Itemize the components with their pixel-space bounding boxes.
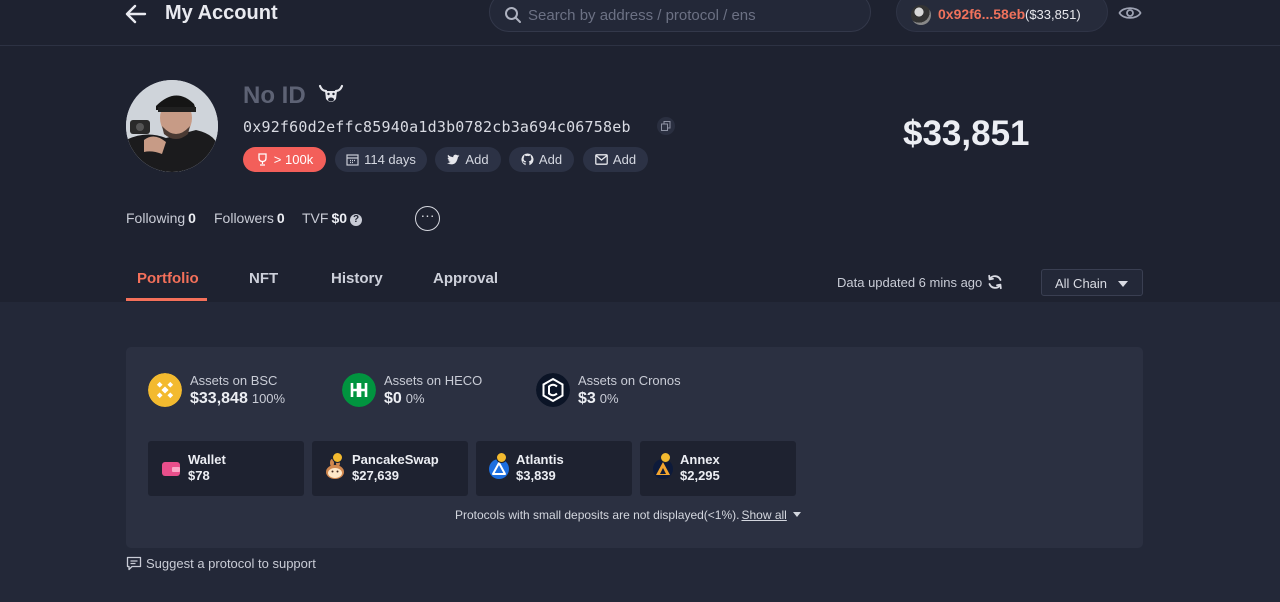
- top-bar: My Account 0x92f6...58eb ($33,851): [0, 0, 1280, 46]
- small-deposits-note: Protocols with small deposits are not di…: [455, 508, 801, 522]
- followers-stat[interactable]: Followers 0: [214, 210, 285, 226]
- tvf-label: TVF: [302, 210, 329, 226]
- chain-filter-value: All Chain: [1055, 276, 1108, 291]
- protocol-value: $78: [188, 468, 210, 483]
- protocol-card-wallet[interactable]: Wallet $78: [148, 441, 304, 496]
- chain-value: $0: [384, 390, 402, 407]
- chain-label: Assets on Cronos: [578, 373, 681, 388]
- add-email-button[interactable]: Add: [583, 147, 648, 172]
- bull-icon: [318, 84, 344, 102]
- tab-portfolio[interactable]: Portfolio: [137, 270, 199, 287]
- refresh-icon[interactable]: [987, 274, 1003, 290]
- eye-icon[interactable]: [1118, 4, 1142, 22]
- age-badge: 114 days: [335, 147, 427, 172]
- chain-filter-select[interactable]: All Chain: [1041, 269, 1143, 296]
- protocol-name: Annex: [680, 452, 720, 467]
- help-icon[interactable]: ?: [350, 214, 363, 226]
- heco-icon: [342, 373, 376, 407]
- email-add-label: Add: [612, 152, 637, 167]
- profile-name: No ID: [243, 82, 306, 109]
- tvf-stat: TVF $0?: [302, 210, 363, 226]
- avatar: [126, 80, 218, 172]
- age-label: 114 days: [364, 152, 416, 167]
- add-twitter-button[interactable]: Add: [435, 147, 501, 172]
- protocol-name: Wallet: [188, 452, 226, 467]
- bsc-badge-icon: [660, 452, 671, 463]
- followers-label: Followers: [214, 210, 274, 226]
- suggest-protocol-link[interactable]: Suggest a protocol to support: [126, 556, 316, 571]
- chain-value: $3: [578, 390, 596, 407]
- wallet-full-address: 0x92f60d2effc85940a1d3b0782cb3a694c06758…: [243, 118, 631, 136]
- add-github-button[interactable]: Add: [509, 147, 574, 172]
- tvf-value: $0: [331, 210, 348, 226]
- bsc-badge-icon: [496, 452, 507, 463]
- following-value: 0: [188, 210, 196, 226]
- trophy-icon: [258, 153, 267, 166]
- github-icon: [521, 153, 534, 166]
- bsc-badge-icon: [332, 452, 343, 463]
- chain-value: $33,848: [190, 390, 248, 407]
- bsc-icon: [148, 373, 182, 407]
- github-add-label: Add: [538, 152, 563, 167]
- tab-history[interactable]: History: [331, 270, 383, 287]
- search-icon: [505, 7, 521, 23]
- wallet-balance: ($33,851): [1025, 7, 1081, 22]
- wallet-avatar: [911, 5, 931, 25]
- tab-nft[interactable]: NFT: [249, 270, 278, 287]
- mail-icon: [595, 154, 608, 165]
- portfolio-panel: Assets on BSC $33,848 100% Assets on HECO…: [126, 347, 1143, 548]
- score-label: > 100k: [273, 152, 314, 167]
- show-all-link[interactable]: Show all: [741, 508, 786, 522]
- search-box: [489, 0, 871, 32]
- message-icon: [126, 556, 142, 571]
- following-label: Following: [126, 210, 186, 226]
- chain-percent: 0%: [405, 391, 425, 406]
- protocol-card-atlantis[interactable]: Atlantis $3,839: [476, 441, 632, 496]
- protocol-card-annex[interactable]: Annex $2,295: [640, 441, 796, 496]
- data-updated-text: Data updated 6 mins ago: [837, 275, 983, 290]
- back-arrow-icon[interactable]: [124, 3, 148, 25]
- active-tab-indicator: [126, 298, 207, 301]
- wallet-icon: [162, 462, 180, 476]
- score-badge[interactable]: > 100k: [243, 147, 326, 172]
- avatar-photo: [126, 80, 218, 172]
- calendar-icon: [346, 154, 359, 166]
- wallet-address: 0x92f6...58eb: [938, 6, 1026, 22]
- chevron-down-icon[interactable]: [792, 512, 801, 517]
- chain-percent: 0%: [599, 391, 619, 406]
- protocol-value: $27,639: [352, 468, 399, 483]
- total-balance: $33,851: [903, 114, 1030, 153]
- tab-approval[interactable]: Approval: [433, 270, 498, 287]
- protocol-name: PancakeSwap: [352, 452, 439, 467]
- chevron-down-icon: [1118, 281, 1128, 287]
- followers-value: 0: [276, 210, 285, 226]
- protocol-value: $3,839: [516, 468, 556, 483]
- copy-button[interactable]: [657, 117, 675, 135]
- small-deposits-text: Protocols with small deposits are not di…: [455, 508, 740, 522]
- suggest-protocol-label: Suggest a protocol to support: [146, 556, 316, 571]
- following-stat[interactable]: Following 0: [126, 210, 196, 226]
- chain-label: Assets on BSC: [190, 373, 278, 388]
- twitter-add-label: Add: [465, 152, 489, 167]
- cronos-icon: [536, 373, 570, 407]
- search-input[interactable]: [528, 5, 848, 25]
- protocol-value: $2,295: [680, 468, 720, 483]
- chain-percent: 100%: [251, 391, 286, 406]
- protocol-card-pancakeswap[interactable]: PancakeSwap $27,639: [312, 441, 468, 496]
- chain-label: Assets on HECO: [384, 373, 483, 388]
- wallet-chip[interactable]: 0x92f6...58eb ($33,851): [896, 0, 1108, 32]
- twitter-icon: [447, 154, 460, 164]
- page-title: My Account: [165, 2, 278, 24]
- more-options-button[interactable]: ···: [415, 206, 440, 231]
- copy-icon: [661, 121, 671, 131]
- protocol-name: Atlantis: [516, 452, 564, 467]
